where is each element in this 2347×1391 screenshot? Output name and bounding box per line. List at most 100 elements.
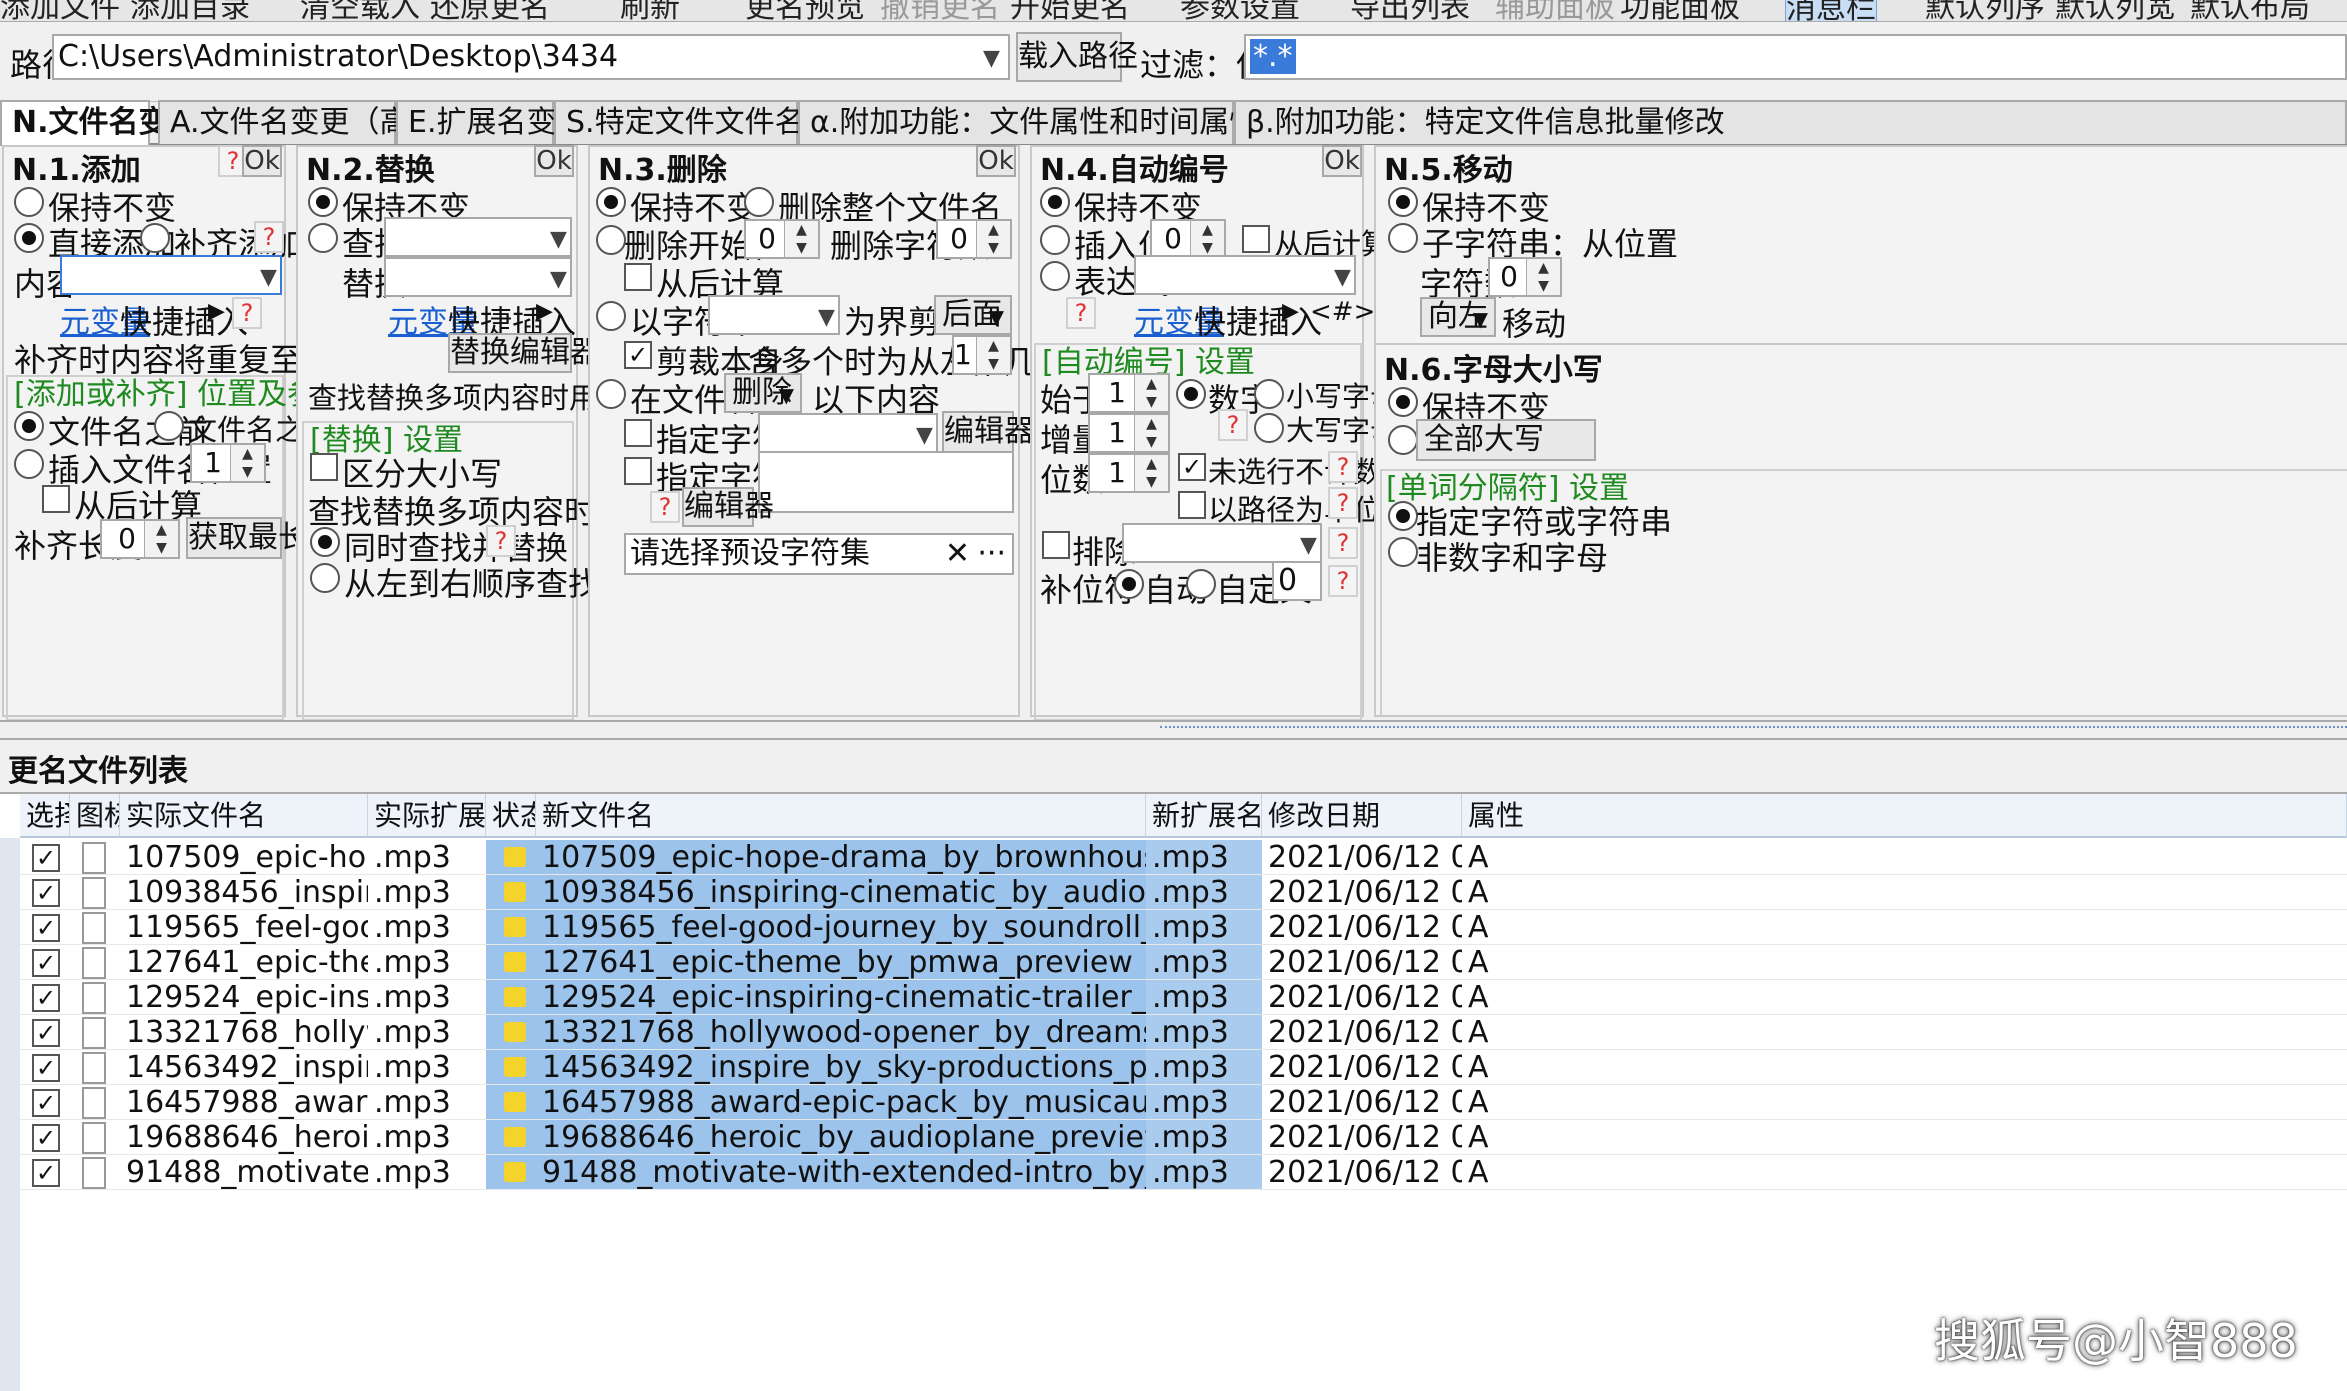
spec-set-textarea[interactable]: [758, 451, 1014, 513]
column-header[interactable]: 实际文件名: [120, 794, 368, 838]
chevron-down-icon[interactable]: ▼: [1334, 265, 1351, 290]
substring-radio[interactable]: [1388, 223, 1418, 253]
chevron-down-icon[interactable]: ▼: [916, 423, 933, 448]
get-longest-button[interactable]: 获取最长: [186, 517, 308, 559]
spin-arrows-icon[interactable]: ▲ ▼: [1134, 455, 1168, 491]
help-button[interactable]: ?: [1328, 451, 1358, 483]
spin-arrows-icon[interactable]: ▲ ▼: [1134, 375, 1168, 411]
digits-spinner[interactable]: 1 ▲ ▼: [1088, 453, 1170, 493]
row-checkbox[interactable]: ✓: [32, 984, 60, 1012]
panel-splitter[interactable]: [0, 720, 2347, 740]
table-row[interactable]: ✓14563492_inspire_by_s....mp314563492_in…: [0, 1050, 2347, 1085]
caret-right-icon[interactable]: ▶: [208, 299, 225, 324]
menu-item[interactable]: 还原更名: [430, 0, 550, 21]
help-button[interactable]: ?: [232, 297, 262, 329]
row-checkbox[interactable]: ✓: [32, 949, 60, 977]
replace-editor-button[interactable]: 替换编辑器: [448, 333, 600, 373]
chevron-down-icon[interactable]: ▼: [983, 46, 1000, 71]
row-checkbox[interactable]: ✓: [32, 879, 60, 907]
ok-button[interactable]: Ok: [534, 145, 574, 177]
table-row[interactable]: ✓127641_epic-theme_by_....mp3127641_epic…: [0, 945, 2347, 980]
start-spinner[interactable]: 1 ▲ ▼: [1088, 373, 1170, 413]
help-button[interactable]: ?: [1328, 487, 1358, 519]
spec-string-checkbox[interactable]: [624, 419, 652, 447]
in-name-action-select[interactable]: 删除 ▼: [724, 373, 802, 413]
table-row[interactable]: ✓10938456_inspiring-cin....mp310938456_i…: [0, 875, 2347, 910]
multi-index-spinner[interactable]: 1 ▲ ▼: [952, 335, 1012, 375]
delete-start-spinner[interactable]: 0 ▲ ▼: [744, 219, 820, 259]
spin-arrows-icon[interactable]: ▲ ▼: [1134, 415, 1168, 451]
menu-item[interactable]: 刷新: [620, 0, 680, 21]
spin-arrows-icon[interactable]: ▲ ▼: [976, 221, 1010, 257]
tab-filename-change[interactable]: N.文件名变更: [0, 100, 199, 146]
cut-self-checkbox[interactable]: ✓: [624, 341, 652, 369]
help-button[interactable]: ?: [254, 221, 284, 253]
unselected-checkbox[interactable]: ✓: [1178, 453, 1206, 481]
menu-item[interactable]: 添加文件: [0, 0, 120, 21]
keep-radio[interactable]: [1040, 187, 1070, 217]
chevron-down-icon[interactable]: ▼: [1300, 533, 1317, 558]
row-checkbox[interactable]: ✓: [32, 844, 60, 872]
table-row[interactable]: ✓19688646_heroic_by_au....mp319688646_he…: [0, 1120, 2347, 1155]
help-button[interactable]: ?: [1328, 527, 1358, 559]
insert-pos-radio[interactable]: [1040, 225, 1070, 255]
from-end-checkbox[interactable]: [624, 263, 652, 291]
number-tag[interactable]: <#>: [1310, 297, 1375, 327]
column-header[interactable]: 新扩展名: [1146, 794, 1262, 838]
close-icon[interactable]: ✕: [945, 535, 970, 573]
filter-input[interactable]: *.*: [1244, 34, 2347, 80]
digit-radio[interactable]: [1176, 379, 1206, 409]
menu-item[interactable]: 默认列宽: [2055, 0, 2175, 21]
exclude-input[interactable]: [1122, 523, 1322, 563]
spin-arrows-icon[interactable]: ▲ ▼: [1526, 259, 1560, 295]
spin-arrows-icon[interactable]: ▲ ▼: [784, 221, 818, 257]
menu-item[interactable]: 更名预览: [745, 0, 865, 21]
chevron-down-icon[interactable]: ▼: [550, 267, 567, 292]
help-button[interactable]: ?: [1328, 565, 1358, 597]
simul-radio[interactable]: [310, 527, 340, 557]
table-row[interactable]: ✓13321768_hollywood-o....mp313321768_hol…: [0, 1015, 2347, 1050]
delete-all-radio[interactable]: [744, 187, 774, 217]
case-mode-radio[interactable]: [1388, 425, 1418, 455]
tab-specific-files[interactable]: S.特定文件文件名变更: [554, 100, 865, 144]
exclude-checkbox[interactable]: [1042, 531, 1070, 559]
uppercase-radio[interactable]: [1254, 413, 1284, 443]
spin-arrows-icon[interactable]: ▲ ▼: [230, 445, 264, 481]
spin-arrows-icon[interactable]: ▲ ▼: [976, 337, 1010, 373]
table-row[interactable]: ✓16457988_award-epic-....mp316457988_awa…: [0, 1085, 2347, 1120]
column-header[interactable]: 新文件名: [536, 794, 1146, 838]
row-checkbox[interactable]: ✓: [32, 914, 60, 942]
column-header[interactable]: 修改日期: [1262, 794, 1462, 838]
row-checkbox[interactable]: ✓: [32, 1124, 60, 1152]
char-count-spinner[interactable]: 0 ▲ ▼: [1488, 257, 1562, 297]
in-name-radio[interactable]: [596, 379, 626, 409]
row-checkbox[interactable]: ✓: [32, 1159, 60, 1187]
pad-length-spinner[interactable]: 0 ▲ ▼: [100, 519, 180, 559]
menu-item[interactable]: 开始更名: [1010, 0, 1130, 21]
by-path-checkbox[interactable]: [1178, 491, 1206, 519]
by-string-radio[interactable]: [596, 301, 626, 331]
column-header[interactable]: 实际扩展名: [368, 794, 486, 838]
keep-case-radio[interactable]: [1388, 387, 1418, 417]
spec-set-checkbox[interactable]: [624, 457, 652, 485]
delete-start-radio[interactable]: [596, 225, 626, 255]
ok-button[interactable]: Ok: [976, 145, 1016, 177]
table-row[interactable]: ✓119565_feel-good-jour....mp3119565_feel…: [0, 910, 2347, 945]
chevron-down-icon[interactable]: ▼: [818, 305, 835, 330]
bound-position-select[interactable]: 后面 ▼: [934, 295, 1012, 335]
case-checkbox[interactable]: [310, 453, 338, 481]
table-row[interactable]: ✓91488_motivate-with-ex....mp391488_moti…: [0, 1155, 2347, 1190]
keep-radio[interactable]: [596, 187, 626, 217]
expression-input[interactable]: [1134, 255, 1356, 295]
menu-item[interactable]: 功能面板: [1620, 0, 1740, 21]
keep-radio[interactable]: [308, 187, 338, 217]
non-alnum-radio[interactable]: [1388, 537, 1418, 567]
menu-item[interactable]: 默认列序: [1925, 0, 2045, 21]
table-row[interactable]: ✓107509_epic-hope-dra....mp3107509_epic-…: [0, 840, 2347, 875]
before-radio[interactable]: [14, 411, 44, 441]
replace-input[interactable]: [384, 257, 572, 297]
row-checkbox[interactable]: ✓: [32, 1019, 60, 1047]
spec-string-input[interactable]: [758, 413, 938, 453]
spin-arrows-icon[interactable]: ▲ ▼: [1190, 221, 1224, 257]
more-icon[interactable]: ···: [977, 535, 1006, 573]
